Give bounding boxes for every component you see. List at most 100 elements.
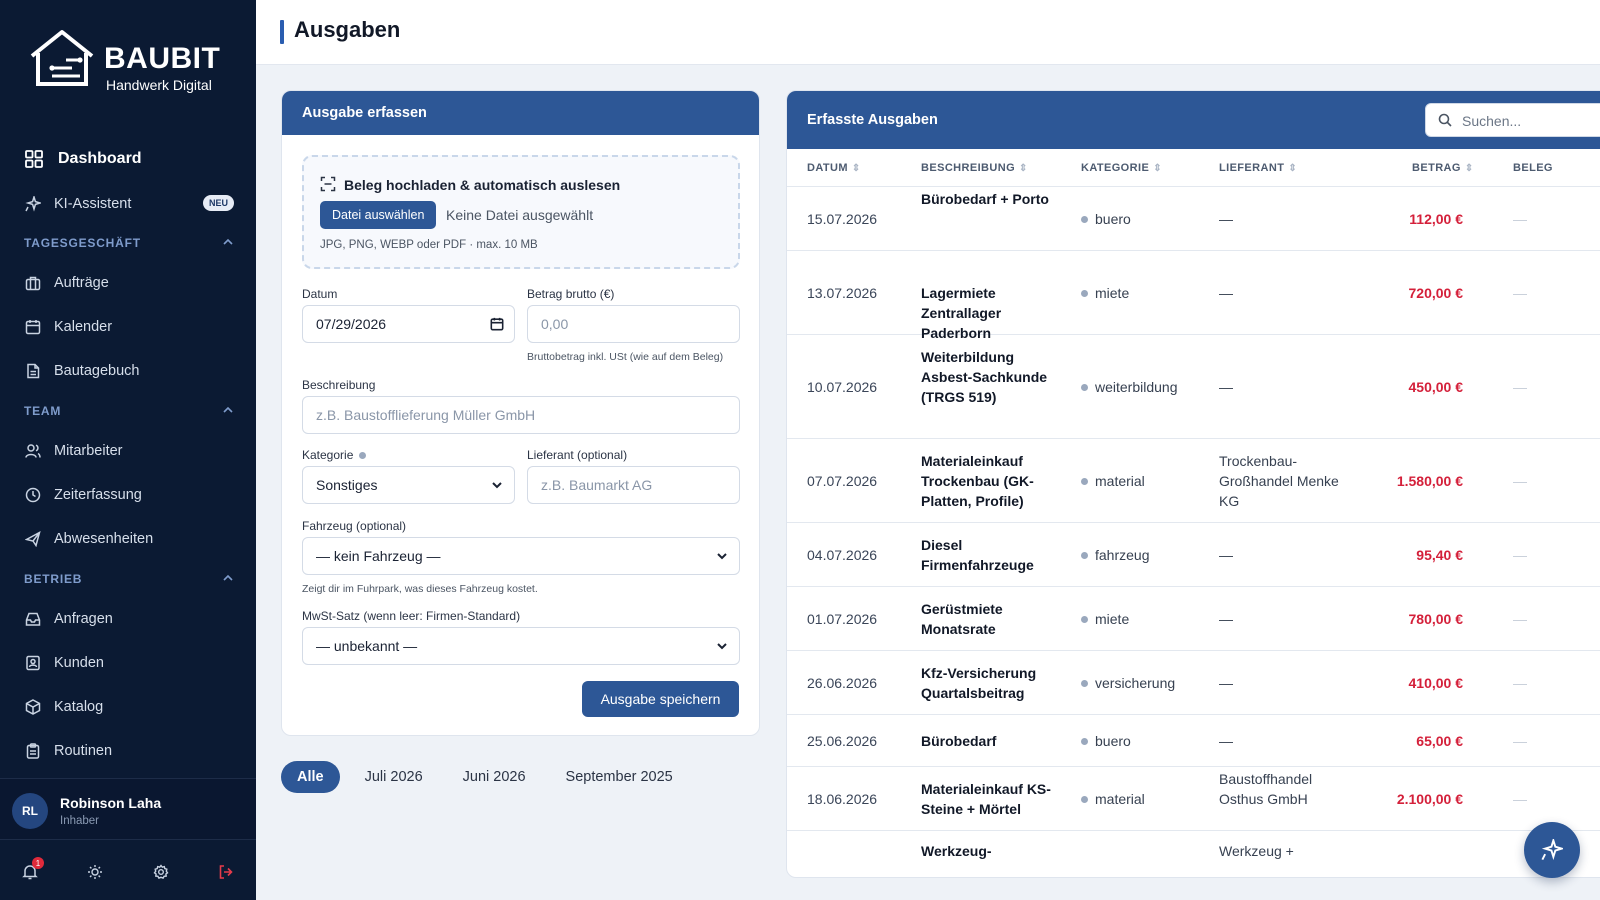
table-row[interactable]: 15.07.2026 Bürobedarf + Porto buero — 112,00…	[787, 187, 1600, 251]
logout-button[interactable]	[216, 862, 236, 882]
settings-button[interactable]	[151, 862, 171, 882]
kategorie-label: Kategorie	[302, 448, 367, 462]
sidebar-item-routinen[interactable]: Routinen	[24, 736, 234, 766]
search-input[interactable]: Suchen...	[1425, 103, 1600, 137]
cell-betrag: 720,00 €	[1408, 285, 1464, 301]
beschreibung-input[interactable]: z.B. Baustofflieferung Müller GmbH	[302, 396, 740, 434]
lieferant-input[interactable]: z.B. Baumarkt AG	[527, 466, 740, 504]
betrag-hint: Bruttobetrag inkl. USt (wie auf dem Bele…	[527, 351, 724, 363]
mwst-select[interactable]: — unbekannt —	[302, 627, 740, 665]
chevron-up-icon	[222, 236, 234, 251]
choose-file-button[interactable]: Datei auswählen	[320, 201, 437, 229]
sidebar-item-label: KI-Assistent	[54, 196, 132, 212]
sidebar-item-katalog[interactable]: Katalog	[24, 692, 234, 722]
sidebar-item-bautagebuch[interactable]: Bautagebuch	[24, 356, 234, 386]
chevron-up-icon	[222, 404, 234, 419]
table-row[interactable]: 25.06.2026 Bürobedarf buero — 65,00 € —	[787, 715, 1600, 767]
contact-icon	[24, 654, 42, 672]
table-row[interactable]: 26.06.2026 Kfz-Versicherung Quartalsbeitr…	[787, 651, 1600, 715]
column-header-lieferant[interactable]: LIEFERANT ⇕	[1219, 162, 1297, 174]
category-label: weiterbildung	[1095, 379, 1178, 395]
sidebar-item-label: Dashboard	[58, 150, 142, 167]
table-row[interactable]: 10.07.2026 Weiterbildung Asbest-Sachkunde…	[787, 335, 1600, 439]
datum-label: Datum	[302, 287, 338, 301]
section-label: TEAM	[24, 404, 62, 418]
cell-betrag: 780,00 €	[1408, 611, 1464, 627]
clock-icon	[24, 486, 42, 504]
section-team[interactable]: TEAM	[24, 404, 234, 418]
sidebar-item-mitarbeiter[interactable]: Mitarbeiter	[24, 436, 234, 466]
cell-lieferant: —	[1219, 379, 1233, 395]
column-header-betrag[interactable]: BETRAG ⇕	[1412, 162, 1474, 174]
sidebar-item-auftraege[interactable]: Aufträge	[24, 268, 234, 298]
save-expense-button[interactable]: Ausgabe speichern	[582, 681, 739, 717]
cell-lieferant: Trockenbau-Großhandel Menke KG	[1219, 453, 1339, 509]
sidebar-item-ki-assistent[interactable]: KI-Assistent NEU	[24, 189, 234, 219]
cell-beschreibung: Bürobedarf + Porto	[921, 191, 1049, 207]
cell-datum: 26.06.2026	[807, 675, 878, 691]
table-row[interactable]: Werkzeug- Werkzeug +	[787, 831, 1600, 877]
column-header-beschreibung[interactable]: BESCHREIBUNG ⇕	[921, 162, 1028, 174]
datum-input[interactable]: 07/29/2026	[302, 305, 515, 343]
title-accent-bar	[280, 20, 284, 44]
sidebar-item-zeiterfassung[interactable]: Zeiterfassung	[24, 480, 234, 510]
chevron-down-icon	[490, 478, 504, 495]
receipt-upload-zone[interactable]: Beleg hochladen & automatisch auslesen D…	[302, 155, 740, 269]
calendar-icon[interactable]	[490, 317, 504, 334]
cell-datum: 01.07.2026	[807, 611, 878, 627]
section-tagesgeschaeft[interactable]: TAGESGESCHÄFT	[24, 236, 234, 250]
cell-lieferant: —	[1219, 733, 1233, 749]
cell-lieferant: —	[1219, 675, 1233, 691]
search-icon	[1438, 113, 1452, 131]
required-dot	[359, 452, 367, 460]
cell-kategorie: miete	[1081, 609, 1129, 629]
sidebar-item-dashboard[interactable]: Dashboard	[24, 144, 234, 174]
cell-datum: 15.07.2026	[807, 211, 878, 227]
filter-tab-september-2025[interactable]: September 2025	[551, 761, 688, 793]
cell-lieferant: —	[1219, 285, 1233, 301]
table-row[interactable]: 18.06.2026 Materialeinkauf KS-Steine + Mö…	[787, 767, 1600, 831]
table-row[interactable]: 13.07.2026 Lagermiete Zentrallager Paderb…	[787, 251, 1600, 341]
users-icon	[24, 442, 42, 460]
sidebar-item-label: Bautagebuch	[54, 363, 140, 379]
filter-tab-juni-2026[interactable]: Juni 2026	[448, 761, 541, 793]
category-dot	[1081, 679, 1088, 687]
category-label: miete	[1095, 611, 1130, 627]
cell-datum: 18.06.2026	[807, 791, 878, 807]
sidebar-item-kunden[interactable]: Kunden	[24, 648, 234, 678]
category-label: buero	[1095, 733, 1131, 749]
kategorie-select[interactable]: Sonstiges	[302, 466, 515, 504]
sidebar-item-label: Routinen	[54, 743, 113, 759]
cell-beschreibung: Diesel Firmenfahrzeuge	[921, 537, 1034, 573]
table-row[interactable]: 01.07.2026 Gerüstmiete Monatsrate miete — 78…	[787, 587, 1600, 651]
sort-icon: ⇕	[1288, 163, 1298, 174]
betrag-input[interactable]: 0,00	[527, 305, 740, 343]
mwst-label: MwSt-Satz (wenn leer: Firmen-Standard)	[302, 609, 521, 623]
sort-icon: ⇕	[851, 163, 861, 174]
brand-logo[interactable]: BAUBIT Handwerk Digital	[26, 28, 236, 98]
notification-bell-button[interactable]: 1	[20, 857, 44, 882]
user-profile[interactable]: RL Robinson Laha Inhaber	[0, 778, 256, 840]
table-row[interactable]: 07.07.2026 Materialeinkauf Trockenbau (GK…	[787, 439, 1600, 523]
upload-title: Beleg hochladen & automatisch auslesen	[344, 177, 621, 193]
user-role: Inhaber	[60, 815, 100, 827]
sidebar-item-abwesenheiten[interactable]: Abwesenheiten	[24, 524, 234, 554]
filter-tab-alle[interactable]: Alle	[281, 761, 340, 793]
category-dot	[1081, 383, 1088, 391]
column-header-datum[interactable]: DATUM ⇕	[807, 162, 861, 174]
filter-tab-juli-2026[interactable]: Juli 2026	[350, 761, 438, 793]
page-header: Ausgaben	[256, 0, 1600, 65]
cell-beschreibung: Werkzeug-	[921, 843, 992, 859]
sidebar-item-kalender[interactable]: Kalender	[24, 312, 234, 342]
section-betrieb[interactable]: BETRIEB	[24, 572, 234, 586]
ai-assistant-fab[interactable]	[1524, 822, 1580, 878]
section-label: TAGESGESCHÄFT	[24, 236, 141, 250]
column-header-kategorie[interactable]: KATEGORIE ⇕	[1081, 162, 1162, 174]
fahrzeug-select[interactable]: — kein Fahrzeug —	[302, 537, 740, 575]
table-card-title: Erfasste Ausgaben	[807, 112, 938, 128]
cell-datum: 10.07.2026	[807, 379, 878, 395]
theme-toggle-button[interactable]	[85, 862, 105, 882]
table-row[interactable]: 04.07.2026 Diesel Firmenfahrzeuge fahrzeug…	[787, 523, 1600, 587]
calendar-icon	[24, 318, 42, 336]
sidebar-item-anfragen[interactable]: Anfragen	[24, 604, 234, 634]
